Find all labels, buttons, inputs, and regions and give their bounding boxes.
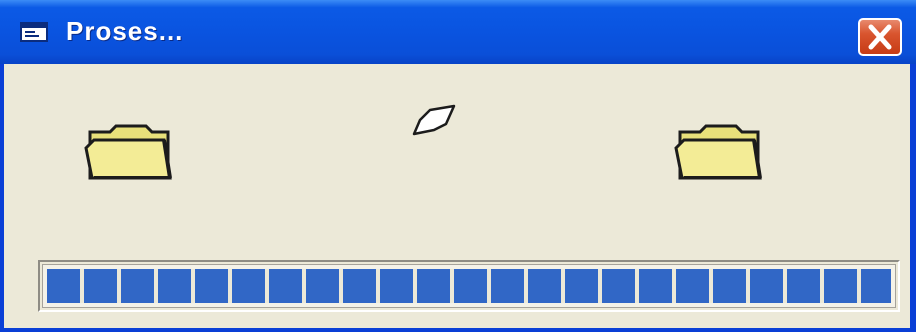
close-button[interactable] [858,18,902,56]
title-bar[interactable]: Proses... [0,0,916,64]
destination-folder-icon [674,118,762,180]
progress-dialog: Proses... [0,0,916,332]
window-app-icon [20,22,48,42]
window-title: Proses... [66,16,184,46]
flying-paper-icon [410,104,458,140]
source-folder-icon [84,118,172,180]
progress-fill [47,269,891,303]
close-icon [868,24,892,50]
progress-bar [38,260,900,312]
progress-track [42,264,896,308]
